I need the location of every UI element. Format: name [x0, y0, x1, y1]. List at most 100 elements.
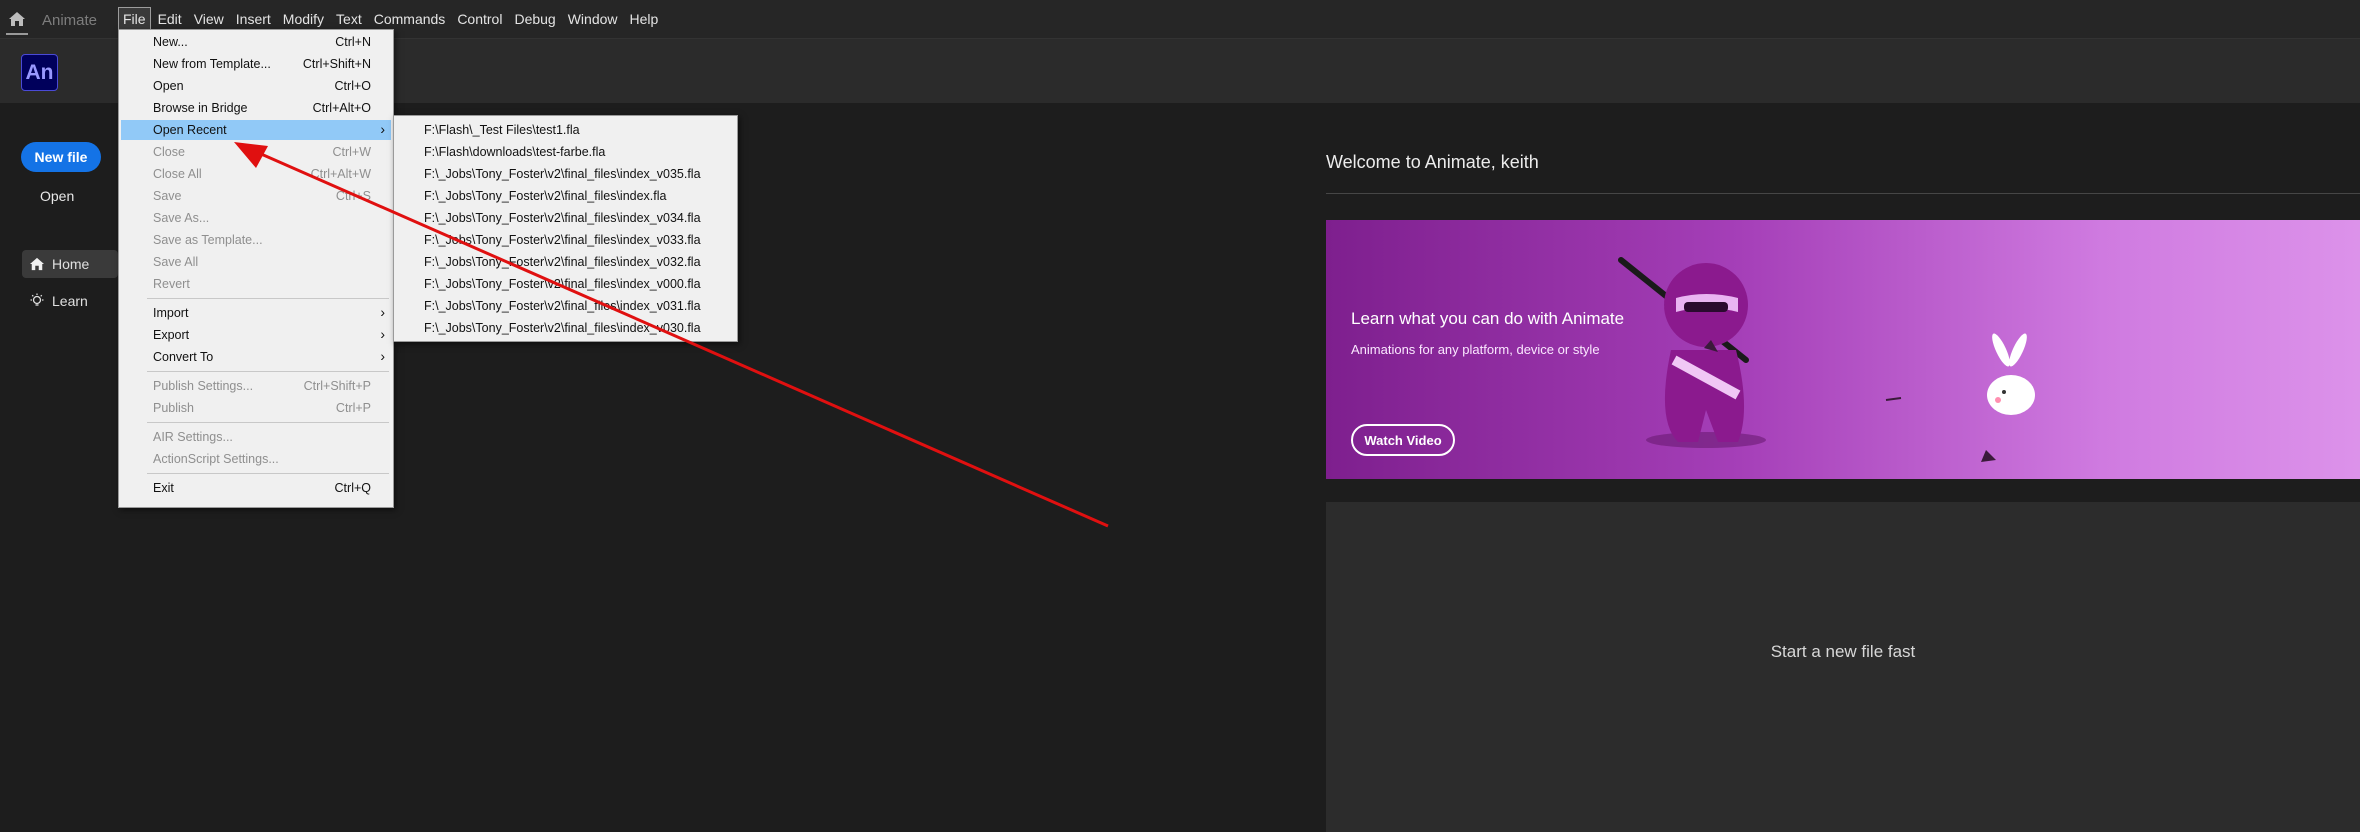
- menu-item-label: New from Template...: [153, 57, 271, 71]
- submenu-arrow-icon: ›: [380, 121, 385, 137]
- menu-item-label: New...: [153, 35, 188, 49]
- menu-separator: [147, 473, 389, 474]
- file-menu-item-save-as-template: Save as Template...: [121, 230, 391, 250]
- menu-debug[interactable]: Debug: [509, 7, 560, 31]
- menu-text[interactable]: Text: [331, 7, 367, 31]
- file-menu-dropdown: New... Ctrl+N New from Template... Ctrl+Shi…: [118, 29, 394, 508]
- menu-item-shortcut: Ctrl+N: [335, 35, 371, 49]
- file-menu-item-import[interactable]: Import ›: [121, 303, 391, 323]
- home-button[interactable]: [0, 0, 34, 38]
- file-menu-item-new-from-template[interactable]: New from Template... Ctrl+Shift+N: [121, 54, 391, 74]
- new-file-panel-title: Start a new file fast: [1770, 642, 1916, 661]
- submenu-arrow-icon: ›: [380, 326, 385, 342]
- menu-item-label: Open: [153, 79, 184, 93]
- recent-file-item[interactable]: F:\Flash\_Test Files\test1.fla: [424, 123, 580, 137]
- menu-item-label: Publish Settings...: [153, 379, 254, 393]
- file-menu-item-publish-settings: Publish Settings... Ctrl+Shift+P: [121, 376, 391, 396]
- menu-item-label: Save: [153, 189, 182, 203]
- file-menu-item-actionscript-settings: ActionScript Settings...: [121, 449, 391, 469]
- file-menu-item-revert: Revert: [121, 274, 391, 294]
- app-name: Animate: [42, 12, 98, 29]
- new-file-panel: Start a new file fast: [1326, 502, 2360, 832]
- sidebar-item-label: Home: [52, 256, 90, 272]
- menu-separator: [147, 422, 389, 423]
- submenu-arrow-icon: ›: [380, 348, 385, 364]
- menu-control[interactable]: Control: [452, 7, 507, 31]
- file-menu-item-save: Save Ctrl+S: [121, 186, 391, 206]
- menu-item-label: Export: [153, 328, 190, 342]
- menu-edit[interactable]: Edit: [153, 7, 187, 31]
- file-menu-item-open[interactable]: Open Ctrl+O: [121, 76, 391, 96]
- menu-window[interactable]: Window: [563, 7, 623, 31]
- recent-file-item[interactable]: F:\Flash\downloads\test-farbe.fla: [424, 145, 605, 159]
- file-menu-item-exit[interactable]: Exit Ctrl+Q: [121, 478, 391, 498]
- menu-item-shortcut: Ctrl+P: [335, 401, 371, 415]
- sidebar-item-learn[interactable]: Learn: [22, 287, 118, 315]
- menu-insert[interactable]: Insert: [231, 7, 276, 31]
- app-logo: An: [21, 54, 58, 91]
- new-file-button[interactable]: New file: [21, 142, 101, 172]
- menu-item-label: Import: [153, 306, 189, 320]
- menu-commands[interactable]: Commands: [369, 7, 451, 31]
- file-menu-item-close-all: Close All Ctrl+Alt+W: [121, 164, 391, 184]
- file-menu-item-publish: Publish Ctrl+P: [121, 398, 391, 418]
- file-menu-item-air-settings: AIR Settings...: [121, 427, 391, 447]
- divider: [1326, 193, 2360, 194]
- menu-item-label: Close: [153, 145, 185, 159]
- recent-file-item[interactable]: F:\_Jobs\Tony_Foster\v2\final_files\inde…: [424, 189, 666, 203]
- menu-item-label: ActionScript Settings...: [153, 452, 279, 466]
- submenu-arrow-icon: ›: [380, 304, 385, 320]
- recent-file-item[interactable]: F:\_Jobs\Tony_Foster\v2\final_files\inde…: [424, 299, 701, 313]
- menu-file[interactable]: File: [118, 7, 151, 31]
- welcome-heading: Welcome to Animate, keith: [1326, 152, 1539, 172]
- menu-item-label: Browse in Bridge: [153, 101, 248, 115]
- menu-item-label: Publish: [153, 401, 194, 415]
- file-menu-item-close: Close Ctrl+W: [121, 142, 391, 162]
- file-menu-item-save-as: Save As...: [121, 208, 391, 228]
- menu-item-label: Revert: [153, 277, 190, 291]
- recent-file-item[interactable]: F:\_Jobs\Tony_Foster\v2\final_files\inde…: [424, 167, 701, 181]
- recent-file-item[interactable]: F:\_Jobs\Tony_Foster\v2\final_files\inde…: [424, 255, 701, 269]
- banner-subtitle: Animations for any platform, device or s…: [1351, 342, 1600, 357]
- file-menu-item-convert-to[interactable]: Convert To ›: [121, 347, 391, 367]
- menu-item-shortcut: Ctrl+Alt+W: [310, 167, 371, 181]
- sidebar-item-home[interactable]: Home: [22, 250, 118, 278]
- learn-banner: Learn what you can do with Animate Anima…: [1326, 220, 2360, 479]
- menu-item-shortcut: Ctrl+O: [334, 79, 371, 93]
- banner-title: Learn what you can do with Animate: [1351, 309, 1625, 328]
- open-recent-submenu: F:\Flash\_Test Files\test1.fla F:\Flash\d…: [393, 115, 738, 342]
- recent-file-item[interactable]: F:\_Jobs\Tony_Foster\v2\final_files\inde…: [424, 211, 701, 225]
- watch-video-button[interactable]: Watch Video: [1351, 424, 1455, 456]
- menu-separator: [147, 371, 389, 372]
- recent-file-item[interactable]: F:\_Jobs\Tony_Foster\v2\final_files\inde…: [424, 321, 701, 335]
- menu-item-label: Save as Template...: [153, 233, 263, 247]
- menu-item-shortcut: Ctrl+Q: [334, 481, 371, 495]
- menu-item-shortcut: Ctrl+W: [332, 145, 371, 159]
- menu-item-shortcut: Ctrl+Alt+O: [312, 101, 371, 115]
- menu-separator: [147, 298, 389, 299]
- file-menu-item-browse-in-bridge[interactable]: Browse in Bridge Ctrl+Alt+O: [121, 98, 391, 118]
- file-menu-item-open-recent[interactable]: Open Recent ›: [121, 120, 391, 140]
- menu-items: File Edit View Insert Modify Text Commands Cont…: [118, 7, 665, 31]
- home-icon: [9, 12, 25, 26]
- menu-item-label: Open Recent: [153, 123, 227, 137]
- menu-item-label: Save As...: [153, 211, 210, 225]
- menu-modify[interactable]: Modify: [278, 7, 329, 31]
- menu-view[interactable]: View: [189, 7, 229, 31]
- file-menu-item-export[interactable]: Export ›: [121, 325, 391, 345]
- sidebar-item-label: Learn: [52, 293, 88, 309]
- menu-item-shortcut: Ctrl+Shift+P: [303, 379, 371, 393]
- recent-file-item[interactable]: F:\_Jobs\Tony_Foster\v2\final_files\inde…: [424, 233, 701, 247]
- open-link[interactable]: Open: [40, 188, 74, 204]
- menu-item-label: AIR Settings...: [153, 430, 233, 444]
- lightbulb-icon: [22, 293, 52, 309]
- file-menu-item-new[interactable]: New... Ctrl+N: [121, 32, 391, 52]
- menu-help[interactable]: Help: [625, 7, 664, 31]
- menu-item-label: Save All: [153, 255, 199, 269]
- menu-item-shortcut: Ctrl+Shift+N: [302, 57, 371, 71]
- home-icon: [22, 257, 52, 271]
- recent-file-item[interactable]: F:\_Jobs\Tony_Foster\v2\final_files\inde…: [424, 277, 701, 291]
- menu-item-label: Convert To: [153, 350, 214, 364]
- file-menu-item-save-all: Save All: [121, 252, 391, 272]
- menu-item-label: Exit: [153, 481, 174, 495]
